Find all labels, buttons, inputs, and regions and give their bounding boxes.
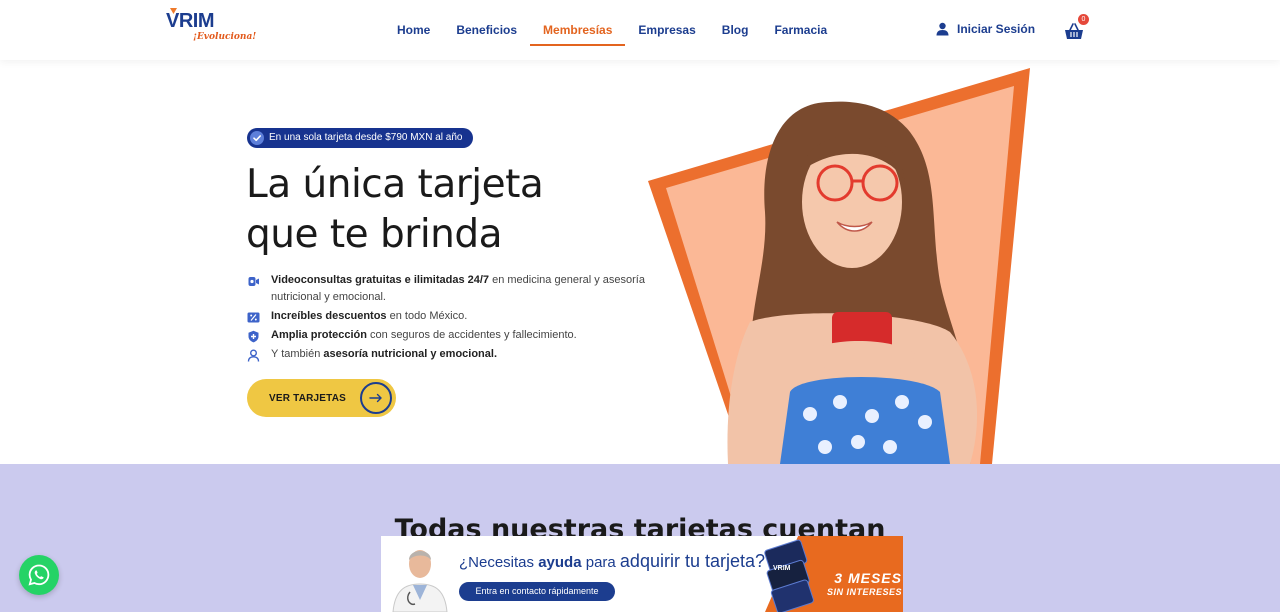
hero-woman-with-phone-image	[648, 68, 1030, 464]
banner-question-bold: ayuda	[538, 554, 582, 571]
feature-item-videoconsultas: Videoconsultas gratuitas e ilimitadas 24…	[247, 272, 647, 306]
percent-icon	[247, 312, 260, 323]
card-brand-label: VRIM	[773, 565, 791, 572]
banner-question-prefix: ¿Necesitas	[459, 554, 539, 571]
feature-bold: Videoconsultas gratuitas e ilimitadas 24…	[271, 274, 490, 286]
login-link[interactable]: Iniciar Sesión	[936, 22, 1035, 36]
price-badge-text: En una sola tarjeta desde $790 MXN al añ…	[269, 132, 463, 143]
login-label: Iniciar Sesión	[957, 22, 1036, 36]
check-circle-icon	[250, 131, 264, 145]
contact-button[interactable]: Entra en contacto rápidamente	[459, 582, 615, 601]
promo-line1: 3 MESES	[834, 570, 902, 586]
ver-tarjetas-label: VER TARJETAS	[269, 392, 347, 404]
cart-count-badge: 0	[1078, 14, 1089, 25]
feature-text: con seguros de accidentes y fallecimient…	[366, 329, 577, 341]
logo-wordmark: VRIM	[166, 8, 215, 32]
arrow-right-icon	[360, 382, 392, 414]
main-nav: Home Beneficios Membresías Empresas Blog…	[384, 0, 840, 60]
feature-bold: Amplia protección	[271, 329, 367, 341]
hero-headline-line1: La única tarjeta	[246, 162, 544, 207]
nav-farmacia[interactable]: Farmacia	[761, 0, 840, 60]
cart-button[interactable]: 0	[1064, 14, 1089, 42]
user-icon	[936, 22, 949, 36]
banner-question-big: adquirir tu tarjeta?	[619, 551, 766, 571]
banner-question-mid: para	[581, 554, 620, 571]
feature-text: en todo México.	[386, 310, 468, 322]
site-header: VRIM ¡Evoluciona! Home Beneficios Membre…	[0, 0, 1280, 60]
nav-home[interactable]: Home	[384, 0, 443, 60]
basket-icon	[1065, 23, 1083, 39]
logo-tagline: ¡Evoluciona!	[193, 32, 257, 42]
shield-icon	[248, 330, 259, 343]
feature-item-proteccion: Amplia protección con seguros de acciden…	[247, 327, 647, 344]
feature-prefix: Y también	[271, 348, 324, 360]
help-banner[interactable]: ¿Necesitas ayuda para adquirir tu tarjet…	[381, 536, 903, 612]
whatsapp-icon	[28, 564, 50, 586]
nav-empresas[interactable]: Empresas	[625, 0, 708, 60]
video-icon	[248, 277, 259, 286]
feature-item-asesoria: Y también asesoría nutricional y emocion…	[247, 346, 647, 363]
promo-line2: SIN INTERESES	[826, 587, 902, 597]
vrim-logo[interactable]: VRIM ¡Evoluciona!	[166, 8, 256, 48]
price-badge: En una sola tarjeta desde $790 MXN al añ…	[247, 128, 474, 148]
feature-bold: asesoría nutricional y emocional.	[323, 348, 498, 360]
ver-tarjetas-button[interactable]: VER TARJETAS	[247, 379, 396, 417]
hero-headline-line2: que te brinda	[246, 212, 503, 257]
nav-beneficios[interactable]: Beneficios	[443, 0, 530, 60]
doctor-image	[392, 550, 448, 612]
promo-text: 3 MESES SIN INTERESES	[826, 570, 902, 598]
feature-item-descuentos: Increíbles descuentos en todo México.	[247, 308, 647, 325]
nav-blog[interactable]: Blog	[709, 0, 762, 60]
vrim-cards-image: VRIM	[764, 539, 814, 612]
person-icon	[247, 349, 260, 362]
hero-headline: La única tarjeta que te brinda	[246, 160, 544, 260]
banner-question: ¿Necesitas ayuda para adquirir tu tarjet…	[459, 551, 765, 572]
nav-membresias[interactable]: Membresías	[530, 0, 626, 60]
feature-list: Videoconsultas gratuitas e ilimitadas 24…	[247, 272, 647, 365]
feature-bold: Increíbles descuentos	[271, 310, 387, 322]
whatsapp-button[interactable]	[19, 555, 59, 595]
